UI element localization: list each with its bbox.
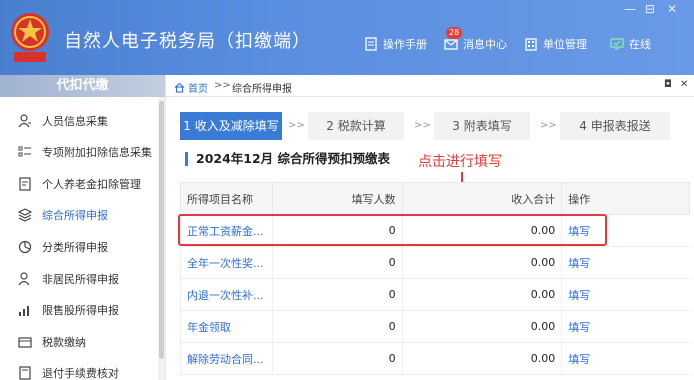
sidebar-item-label: 综合所得申报 <box>42 209 108 222</box>
step-arrow: >> <box>414 120 431 131</box>
list-icon <box>18 146 31 157</box>
sidebar: 代扣代缴 人员信息采集 专项附加扣除信息采集 个人养老金扣除管理 综合所得申报 … <box>0 75 166 380</box>
home-icon <box>174 82 185 93</box>
income-item-link[interactable]: 内退一次性补... <box>180 278 273 311</box>
sidebar-item-label: 人员信息采集 <box>42 115 108 128</box>
sidebar-item-label: 限售股所得申报 <box>42 304 119 317</box>
sidebar-item-person-info[interactable]: 人员信息采集 <box>0 107 158 135</box>
receipt-icon <box>19 366 31 380</box>
scrollbar-thumb[interactable] <box>159 101 164 359</box>
sidebar-item-label: 专项附加扣除信息采集 <box>42 146 152 159</box>
sidebar-item-comprehensive-income[interactable]: 综合所得申报 <box>0 201 158 229</box>
column-header-count: 填写人数 <box>271 182 403 215</box>
step-arrow: >> <box>288 120 305 131</box>
section-title: 2024年12月 综合所得预扣预缴表 <box>185 152 390 166</box>
bars-icon <box>19 306 29 316</box>
manual-button[interactable]: 操作手册 <box>364 36 427 52</box>
panel-maximize-icon[interactable]: ◘ <box>664 79 672 90</box>
table-row: 内退一次性补... 0 0.00 填写 <box>180 278 690 311</box>
tax-emblem-icon <box>11 13 49 62</box>
filled-count: 0 <box>271 278 403 311</box>
step-1[interactable]: 1 收入及减除填写 <box>180 112 282 140</box>
manual-label: 操作手册 <box>383 38 427 51</box>
fill-button[interactable]: 填写 <box>561 246 690 279</box>
sidebar-item-classified-income[interactable]: 分类所得申报 <box>0 233 158 261</box>
pension-icon <box>19 177 31 191</box>
sidebar-item-label: 非居民所得申报 <box>42 273 119 286</box>
online-status-button[interactable]: 在线 <box>610 36 651 52</box>
table-row: 全年一次性奖... 0 0.00 填写 <box>180 246 690 279</box>
message-center-button[interactable]: 28 消息中心 <box>444 27 507 52</box>
step-arrow: >> <box>540 120 557 131</box>
step-4[interactable]: 4 申报表报送 <box>560 112 670 140</box>
table-header-row: 所得项目名称 填写人数 收入合计 操作 <box>180 182 690 215</box>
filled-count: 0 <box>271 246 403 279</box>
person-icon <box>18 114 31 128</box>
annotation-text: 点击进行填写 <box>418 154 502 170</box>
online-icon <box>610 38 624 50</box>
sidebar-item-nonresident-income[interactable]: 非居民所得申报 <box>0 265 158 293</box>
fill-button[interactable]: 填写 <box>561 342 690 375</box>
sidebar-title: 代扣代缴 <box>0 75 165 97</box>
breadcrumb-separator: >> <box>214 80 231 91</box>
income-total: 0.00 <box>401 342 562 375</box>
income-total: 0.00 <box>401 278 562 311</box>
income-total: 0.00 <box>401 246 562 279</box>
sidebar-item-label: 退付手续费核对 <box>42 367 119 380</box>
step-3[interactable]: 3 附表填写 <box>434 112 530 140</box>
filled-count: 0 <box>271 310 403 343</box>
breadcrumb-home-label: 首页 <box>188 84 208 95</box>
online-label: 在线 <box>629 38 651 51</box>
highlight-box <box>178 214 607 246</box>
sidebar-scrollbar[interactable] <box>158 97 165 380</box>
step-navigation: 1 收入及减除填写 >> 2 税款计算 >> 3 附表填写 >> 4 申报表报送 <box>180 112 690 140</box>
sidebar-item-special-deduction[interactable]: 专项附加扣除信息采集 <box>0 138 158 166</box>
sidebar-item-pension[interactable]: 个人养老金扣除管理 <box>0 170 158 198</box>
income-table: 所得项目名称 填写人数 收入合计 操作 正常工资薪金... 0 0.00 填写 … <box>180 182 690 375</box>
table-row: 解除劳动合同... 0 0.00 填写 <box>180 342 690 375</box>
unit-label: 单位管理 <box>543 38 587 51</box>
column-header-action: 操作 <box>561 182 690 215</box>
restore-button[interactable]: ⊟ <box>645 2 655 16</box>
foreigner-icon <box>18 272 30 286</box>
column-header-income-total: 收入合计 <box>401 182 563 215</box>
income-item-link[interactable]: 解除劳动合同... <box>180 342 273 375</box>
income-total: 0.00 <box>401 310 562 343</box>
sidebar-item-label: 分类所得申报 <box>42 241 108 254</box>
message-label: 消息中心 <box>463 38 507 51</box>
filled-count: 0 <box>271 342 403 375</box>
layers-icon <box>18 208 32 222</box>
manual-icon <box>365 37 377 51</box>
message-badge: 28 <box>446 27 463 39</box>
unit-management-button[interactable]: 单位管理 <box>524 36 587 52</box>
close-button[interactable]: ✕ <box>667 2 677 16</box>
minimize-button[interactable]: — <box>624 2 636 16</box>
sidebar-item-fee-refund[interactable]: 退付手续费核对 <box>0 359 158 380</box>
breadcrumb-current: 综合所得申报 <box>232 84 292 95</box>
wallet-icon <box>18 337 32 348</box>
sidebar-item-label: 个人养老金扣除管理 <box>42 178 141 191</box>
table-row: 年金领取 0 0.00 填写 <box>180 310 690 343</box>
column-header-item-name: 所得项目名称 <box>180 182 273 215</box>
fill-button[interactable]: 填写 <box>561 310 690 343</box>
sidebar-item-restricted-stock[interactable]: 限售股所得申报 <box>0 296 158 324</box>
income-item-link[interactable]: 年金领取 <box>180 310 273 343</box>
breadcrumb: 首页 >> 综合所得申报 ◘ ✕ <box>166 75 694 97</box>
fill-button[interactable]: 填写 <box>561 278 690 311</box>
unit-icon <box>525 38 537 51</box>
pie-icon <box>18 240 32 254</box>
sidebar-item-label: 税款缴纳 <box>42 336 86 349</box>
income-item-link[interactable]: 全年一次性奖... <box>180 246 273 279</box>
app-title: 自然人电子税务局（扣缴端） <box>64 31 311 52</box>
panel-close-icon[interactable]: ✕ <box>680 79 688 90</box>
step-2[interactable]: 2 税款计算 <box>308 112 404 140</box>
sidebar-item-tax-payment[interactable]: 税款缴纳 <box>0 328 158 356</box>
breadcrumb-home[interactable]: 首页 <box>174 80 208 95</box>
message-icon <box>444 39 458 50</box>
title-bar: 自然人电子税务局（扣缴端） — ⊟ ✕ 操作手册 28 消息中心 单位管理 在线 <box>0 0 694 75</box>
